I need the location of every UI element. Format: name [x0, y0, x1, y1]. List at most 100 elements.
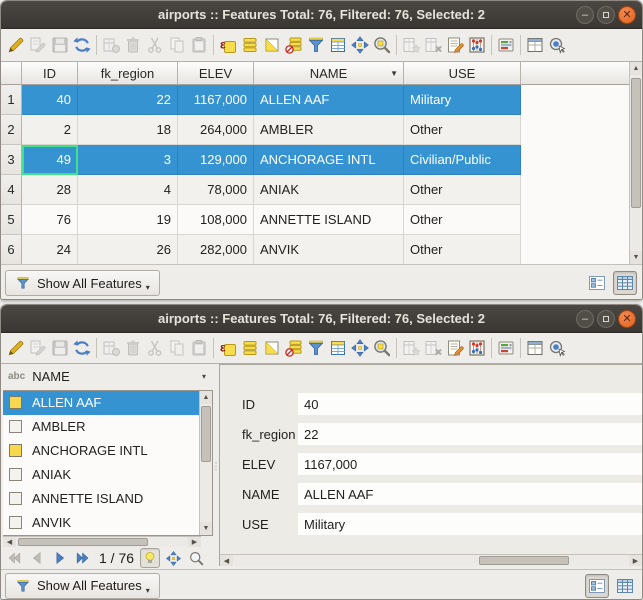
deselect-all-button[interactable] — [283, 337, 305, 359]
feature-selection-indicator[interactable] — [9, 468, 22, 481]
invert-selection-button[interactable] — [261, 34, 283, 56]
dock-table-button[interactable] — [524, 34, 546, 56]
selection-to-top-button[interactable] — [327, 34, 349, 56]
feature-selection-indicator[interactable] — [9, 516, 22, 529]
column-header-ID[interactable]: ID — [22, 62, 78, 85]
scroll-up-icon[interactable]: ▲ — [630, 62, 642, 75]
filter-form-button[interactable] — [305, 34, 327, 56]
feature-filter-button[interactable]: Show All Features ▾ — [5, 270, 160, 296]
pan-to-selection-button[interactable] — [349, 34, 371, 56]
row-number-header[interactable]: 1 — [1, 85, 22, 115]
invert-selection-button[interactable] — [261, 337, 283, 359]
conditional-formatting-button[interactable] — [495, 34, 517, 56]
close-icon[interactable]: ✕ — [618, 6, 636, 24]
table-view-toggle[interactable] — [613, 574, 637, 598]
feature-filter-button[interactable]: Show All Features ▾ — [5, 573, 160, 599]
deselect-all-button[interactable] — [283, 34, 305, 56]
scroll-down-icon[interactable]: ▼ — [200, 522, 212, 535]
table-cell-ELEV-row6[interactable]: 282,000 — [178, 235, 254, 264]
table-cell-USE-row2[interactable]: Other — [404, 115, 521, 145]
column-header-fk_region[interactable]: fk_region — [78, 62, 178, 85]
table-cell-ELEV-row1[interactable]: 1167,000 — [178, 85, 254, 115]
table-cell-ELEV-row4[interactable]: 78,000 — [178, 175, 254, 205]
table-cell-NAME-row1[interactable]: ALLEN AAF — [254, 85, 404, 115]
toggle-editing-button[interactable] — [5, 337, 27, 359]
zoom-to-selection-button[interactable] — [371, 34, 393, 56]
table-cell-ID-row5[interactable]: 76 — [22, 205, 78, 235]
table-cell-ID-row2[interactable]: 2 — [22, 115, 78, 145]
table-cell-ELEV-row2[interactable]: 264,000 — [178, 115, 254, 145]
feature-list-item[interactable]: AMBLER — [3, 415, 199, 439]
table-cell-fk_region-row1[interactable]: 22 — [78, 85, 178, 115]
reload-button[interactable] — [71, 34, 93, 56]
table-cell-ID-row6[interactable]: 24 — [22, 235, 78, 264]
table-view-toggle[interactable] — [613, 271, 637, 295]
field-calculator-button[interactable] — [466, 34, 488, 56]
form-view-toggle[interactable] — [585, 574, 609, 598]
table-corner-cell[interactable] — [1, 62, 22, 85]
scroll-track[interactable] — [16, 537, 188, 548]
form-field-fk_region[interactable]: 22 — [298, 423, 642, 445]
column-header-USE[interactable]: USE — [404, 62, 521, 85]
maximize-icon[interactable] — [597, 310, 615, 328]
column-header-NAME[interactable]: NAME▼ — [254, 62, 404, 85]
feature-list-item[interactable]: ALLEN AAF — [3, 391, 199, 415]
titlebar-top[interactable]: airports :: Features Total: 76, Filtered… — [1, 1, 642, 29]
list-field-selector[interactable]: abc NAME ▾ — [1, 364, 213, 390]
form-field-USE[interactable]: Military — [298, 513, 642, 535]
row-number-header[interactable]: 4 — [1, 175, 22, 205]
table-cell-ELEV-row3[interactable]: 129,000 — [178, 145, 254, 175]
form-field-ID[interactable]: 40 — [298, 393, 642, 415]
row-number-header[interactable]: 3 — [1, 145, 22, 175]
dock-table-button[interactable] — [524, 337, 546, 359]
field-calculator-button[interactable] — [466, 337, 488, 359]
last-feature-button[interactable] — [73, 548, 93, 568]
conditional-formatting-button[interactable] — [495, 337, 517, 359]
table-cell-NAME-row4[interactable]: ANIAK — [254, 175, 404, 205]
table-cell-USE-row6[interactable]: Other — [404, 235, 521, 264]
next-feature-button[interactable] — [50, 548, 70, 568]
scroll-thumb[interactable] — [18, 538, 148, 547]
scroll-thumb[interactable] — [201, 406, 211, 462]
pan-to-selection-button[interactable] — [349, 337, 371, 359]
table-vertical-scrollbar[interactable]: ▲ ▼ — [629, 62, 642, 264]
table-cell-USE-row5[interactable]: Other — [404, 205, 521, 235]
scroll-thumb[interactable] — [631, 78, 641, 208]
select-by-expression-button[interactable]: ε — [217, 34, 239, 56]
highlight-current-feature-button[interactable] — [140, 548, 160, 568]
pan-to-current-button[interactable] — [163, 548, 183, 568]
scroll-right-icon[interactable]: ▶ — [629, 555, 642, 566]
feature-selection-indicator[interactable] — [9, 492, 22, 505]
table-cell-NAME-row6[interactable]: ANVIK — [254, 235, 404, 264]
form-field-NAME[interactable]: ALLEN AAF — [298, 483, 642, 505]
scroll-down-icon[interactable]: ▼ — [630, 251, 642, 264]
actions-button[interactable] — [546, 34, 568, 56]
table-cell-fk_region-row4[interactable]: 4 — [78, 175, 178, 205]
scroll-left-icon[interactable]: ◀ — [3, 537, 16, 548]
table-cell-NAME-row3[interactable]: ANCHORAGE INTL — [254, 145, 404, 175]
row-number-header[interactable]: 2 — [1, 115, 22, 145]
table-cell-ELEV-row5[interactable]: 108,000 — [178, 205, 254, 235]
table-cell-fk_region-row5[interactable]: 19 — [78, 205, 178, 235]
minimize-icon[interactable]: – — [576, 6, 594, 24]
table-cell-ID-row1[interactable]: 40 — [22, 85, 78, 115]
titlebar-bottom[interactable]: airports :: Features Total: 76, Filtered… — [1, 305, 642, 333]
table-cell-ID-row3[interactable]: 49 — [22, 145, 78, 175]
filter-form-button[interactable] — [305, 337, 327, 359]
table-cell-fk_region-row6[interactable]: 26 — [78, 235, 178, 264]
selection-to-top-button[interactable] — [327, 337, 349, 359]
table-cell-USE-row3[interactable]: Civilian/Public — [404, 145, 521, 175]
table-cell-fk_region-row2[interactable]: 18 — [78, 115, 178, 145]
feature-selection-indicator[interactable] — [9, 444, 22, 457]
actions-button[interactable] — [546, 337, 568, 359]
list-vertical-scrollbar[interactable]: ▲ ▼ — [199, 391, 212, 535]
maximize-icon[interactable] — [597, 6, 615, 24]
feature-selection-indicator[interactable] — [9, 396, 22, 409]
feature-list-item[interactable]: ANNETTE ISLAND — [3, 487, 199, 511]
column-header-ELEV[interactable]: ELEV — [178, 62, 254, 85]
form-view-toggle[interactable] — [585, 271, 609, 295]
form-field-ELEV[interactable]: 1167,000 — [298, 453, 642, 475]
form-horizontal-scrollbar[interactable]: ◀ ▶ — [219, 554, 642, 566]
scroll-up-icon[interactable]: ▲ — [200, 391, 212, 404]
row-number-header[interactable]: 6 — [1, 235, 22, 264]
